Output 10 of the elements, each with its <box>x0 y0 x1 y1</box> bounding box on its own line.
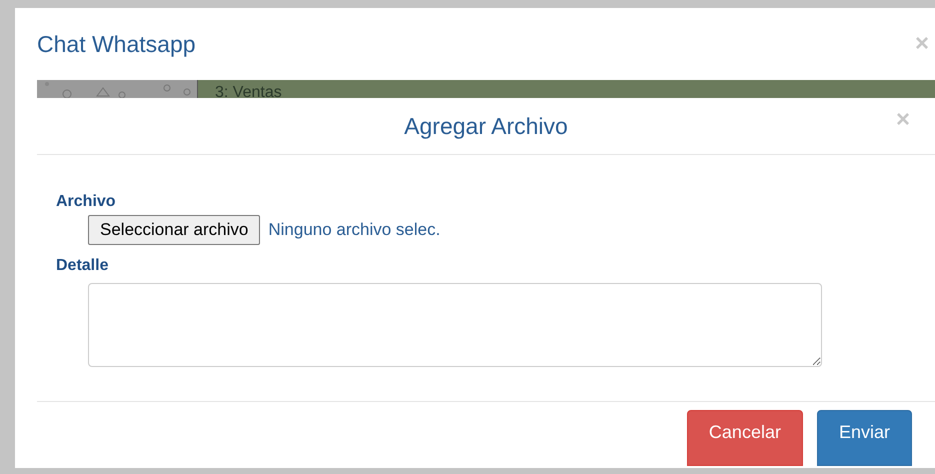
field-label: Archivo <box>56 192 117 212</box>
send-button[interactable]: Enviar <box>816 410 912 466</box>
modal-title: Agregar Archivo <box>404 112 568 141</box>
contact-name: 3: Ventas <box>215 83 283 98</box>
cancel-button[interactable]: Cancelar <box>686 410 803 466</box>
file-status: Ninguno archivo selec. <box>268 219 440 242</box>
detail-field[interactable] <box>88 283 822 367</box>
dialog-title: Chat Whatsapp <box>37 30 196 59</box>
field-label: Detalle <box>56 256 110 276</box>
choose-file-button[interactable]: Seleccionar archivo <box>88 215 260 245</box>
